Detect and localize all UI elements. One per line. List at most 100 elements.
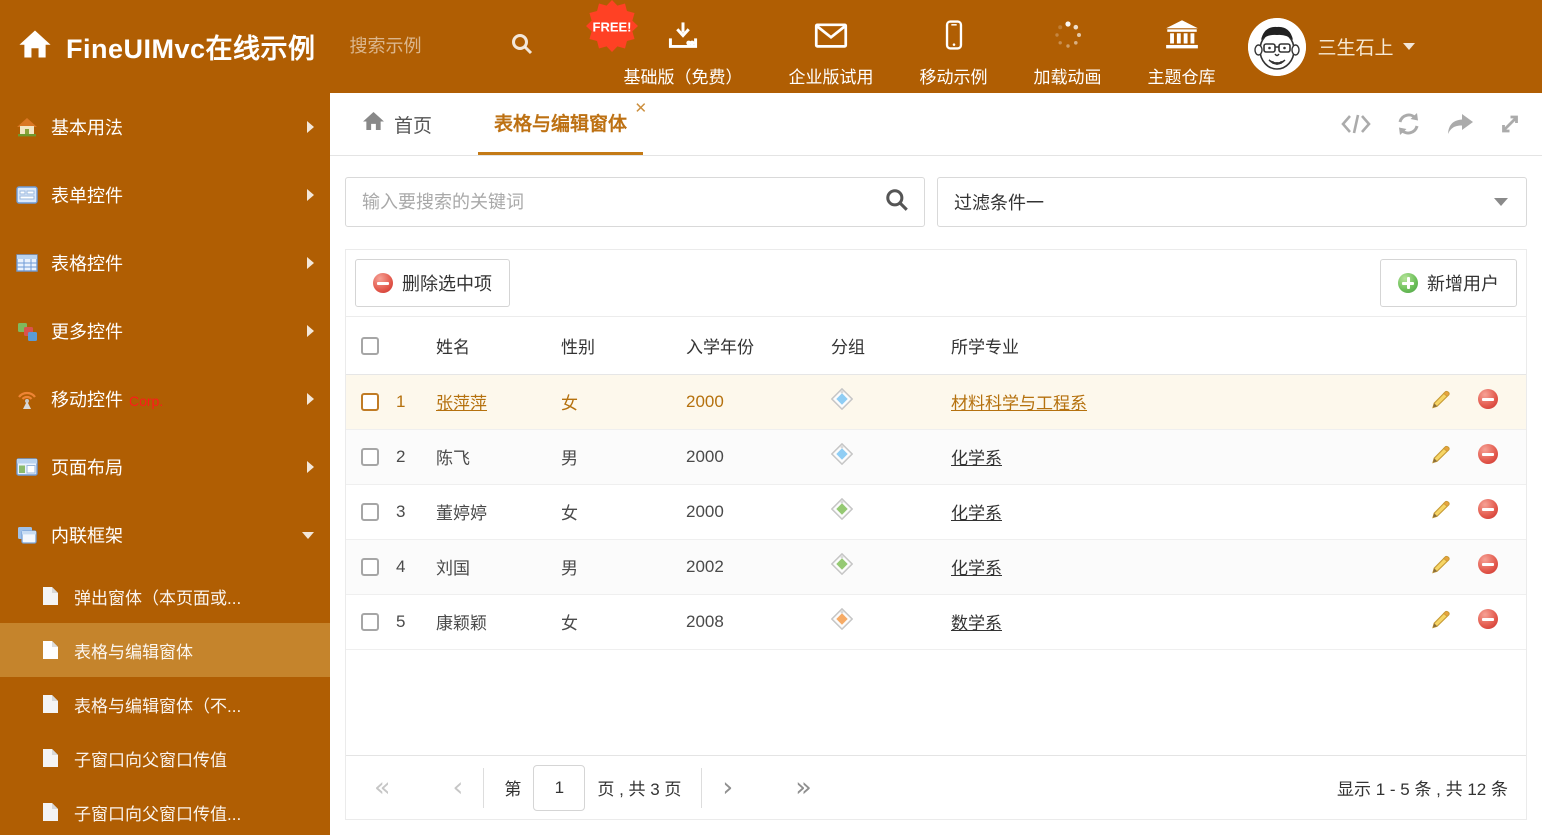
tag-icon	[830, 552, 854, 576]
avatar[interactable]	[1247, 17, 1306, 76]
table-row[interactable]: 4 刘国 男 2002 化学系	[346, 539, 1526, 595]
first-page-button[interactable]: «	[374, 774, 391, 801]
major-link[interactable]: 化学系	[951, 449, 1002, 468]
header-search[interactable]	[349, 32, 560, 61]
table-row[interactable]: 3 董婷婷 女 2000 化学系	[346, 484, 1526, 540]
table-body: 1 张萍萍 女 2000 材料科学与工程系 2 陈飞 男 2000 化学系 3 …	[346, 374, 1526, 650]
sidebar-item-basic[interactable]: 基本用法	[0, 93, 330, 161]
sidebar-subitem-grid-edit-window-2[interactable]: 表格与编辑窗体（不...	[0, 677, 330, 731]
delete-selected-button[interactable]: 删除选中项	[355, 259, 510, 307]
spinner-icon	[1053, 20, 1083, 55]
col-header-group[interactable]: 分组	[831, 317, 951, 375]
table-row[interactable]: 2 陈飞 男 2000 化学系	[346, 429, 1526, 485]
row-checkbox[interactable]	[361, 448, 379, 467]
home-colored-icon	[16, 116, 38, 138]
next-page-button[interactable]: ›	[722, 774, 733, 801]
select-all-checkbox[interactable]	[361, 336, 379, 355]
col-header-name[interactable]: 姓名	[436, 317, 561, 375]
page-number-input[interactable]	[533, 764, 586, 811]
sidebar-item-form-controls[interactable]: 表单控件	[0, 161, 330, 229]
tab-tools	[1341, 93, 1542, 155]
sidebar-item-mobile-controls[interactable]: 移动控件 Corp.	[0, 365, 330, 433]
col-header-year[interactable]: 入学年份	[686, 317, 831, 375]
major-link[interactable]: 化学系	[951, 559, 1002, 578]
edit-icon[interactable]	[1430, 498, 1452, 520]
col-header-gender[interactable]: 性别	[561, 317, 686, 375]
table-row[interactable]: 5 康颖颖 女 2008 数学系	[346, 594, 1526, 650]
nav-mobile-demo[interactable]: 移动示例	[920, 6, 988, 88]
edit-icon[interactable]	[1430, 388, 1452, 410]
user-menu[interactable]: 三生石上	[1247, 17, 1415, 76]
sidebar-subitem-child-to-parent[interactable]: 子窗口向父窗口传值	[0, 731, 330, 785]
chevron-down-icon	[1494, 198, 1508, 206]
row-checkbox[interactable]	[361, 613, 379, 632]
nav-label: 基础版（免费）	[623, 67, 743, 87]
gender-cell: 男	[561, 539, 686, 595]
name-cell: 张萍萍	[436, 394, 487, 413]
tag-icon	[830, 442, 854, 466]
filter-dropdown[interactable]: 过滤条件一	[937, 177, 1527, 227]
tab-grid-edit-window[interactable]: 表格与编辑窗体 ✕	[478, 93, 647, 155]
delete-icon[interactable]	[1478, 444, 1498, 464]
minus-circle-icon	[373, 273, 393, 293]
app-logo[interactable]: FineUIMvc在线示例	[0, 27, 316, 66]
nav-theme-repo[interactable]: 主题仓库	[1148, 6, 1216, 88]
search-icon[interactable]	[884, 187, 910, 218]
add-user-button[interactable]: 新增用户	[1380, 259, 1517, 307]
edit-icon[interactable]	[1430, 553, 1452, 575]
share-icon[interactable]	[1446, 112, 1474, 136]
nav-enterprise-trial[interactable]: 企业版试用	[789, 6, 874, 88]
user-table: 姓名 性别 入学年份 分组 所学专业 1 张萍萍 女 2000 材料科学与工程系…	[346, 317, 1526, 650]
expand-icon[interactable]	[1498, 112, 1522, 136]
sidebar-item-grid-controls[interactable]: 表格控件	[0, 229, 330, 297]
sidebar-subitem-popup-window[interactable]: 弹出窗体（本页面或...	[0, 569, 330, 623]
nav-basic-free[interactable]: FREE! 基础版（免费）	[585, 0, 743, 88]
edit-icon[interactable]	[1430, 608, 1452, 630]
name-cell: 董婷婷	[436, 504, 487, 523]
prev-page-button[interactable]: ‹	[453, 774, 464, 801]
page-label-prefix: 第	[504, 780, 522, 799]
last-page-button[interactable]: »	[795, 774, 812, 801]
frames-icon	[16, 524, 38, 546]
nav-loading-animation[interactable]: 加载动画	[1034, 6, 1102, 88]
keyword-search-box[interactable]	[345, 177, 925, 227]
search-icon[interactable]	[510, 32, 534, 61]
gender-cell: 男	[561, 429, 686, 485]
name-cell: 康颖颖	[436, 614, 487, 633]
close-icon[interactable]: ✕	[634, 101, 647, 116]
grid-panel: 删除选中项 新增用户 姓名 性别 入学年份 分组 所学专业 1 张萍萍 女 20…	[345, 249, 1527, 820]
nav-label: 移动示例	[919, 67, 988, 87]
keyword-search-input[interactable]	[362, 191, 884, 213]
year-cell: 2008	[686, 594, 831, 650]
col-header-major[interactable]: 所学专业	[951, 317, 1396, 375]
header-search-input[interactable]	[349, 36, 510, 57]
year-cell: 2000	[686, 374, 831, 430]
user-name: 三生石上	[1317, 38, 1394, 59]
sidebar-item-page-layout[interactable]: 页面布局	[0, 433, 330, 501]
sidebar-subitem-grid-edit-window[interactable]: 表格与编辑窗体	[0, 623, 330, 677]
major-link[interactable]: 数学系	[951, 614, 1002, 633]
delete-icon[interactable]	[1478, 389, 1498, 409]
layout-icon	[16, 456, 38, 478]
refresh-icon[interactable]	[1395, 111, 1422, 137]
sidebar-item-iframe[interactable]: 内联框架	[0, 501, 330, 569]
tab-home[interactable]: 首页	[346, 93, 448, 155]
gender-cell: 女	[561, 374, 686, 430]
table-row[interactable]: 1 张萍萍 女 2000 材料科学与工程系	[346, 374, 1526, 430]
edit-icon[interactable]	[1430, 443, 1452, 465]
free-badge: FREE!	[585, 0, 638, 52]
delete-icon[interactable]	[1478, 554, 1498, 574]
filter-row: 过滤条件一	[330, 156, 1542, 227]
sidebar-subitem-child-to-parent-2[interactable]: 子窗口向父窗口传值...	[0, 785, 330, 835]
row-checkbox[interactable]	[361, 558, 379, 577]
source-code-icon[interactable]	[1341, 112, 1371, 136]
delete-icon[interactable]	[1478, 609, 1498, 629]
chevron-right-icon	[307, 189, 314, 201]
sidebar-item-more-controls[interactable]: 更多控件	[0, 297, 330, 365]
major-link[interactable]: 化学系	[951, 504, 1002, 523]
major-link[interactable]: 材料科学与工程系	[951, 394, 1087, 413]
row-checkbox[interactable]	[361, 503, 379, 522]
delete-icon[interactable]	[1478, 499, 1498, 519]
row-checkbox[interactable]	[361, 393, 379, 412]
grid-empty-area	[346, 650, 1526, 756]
